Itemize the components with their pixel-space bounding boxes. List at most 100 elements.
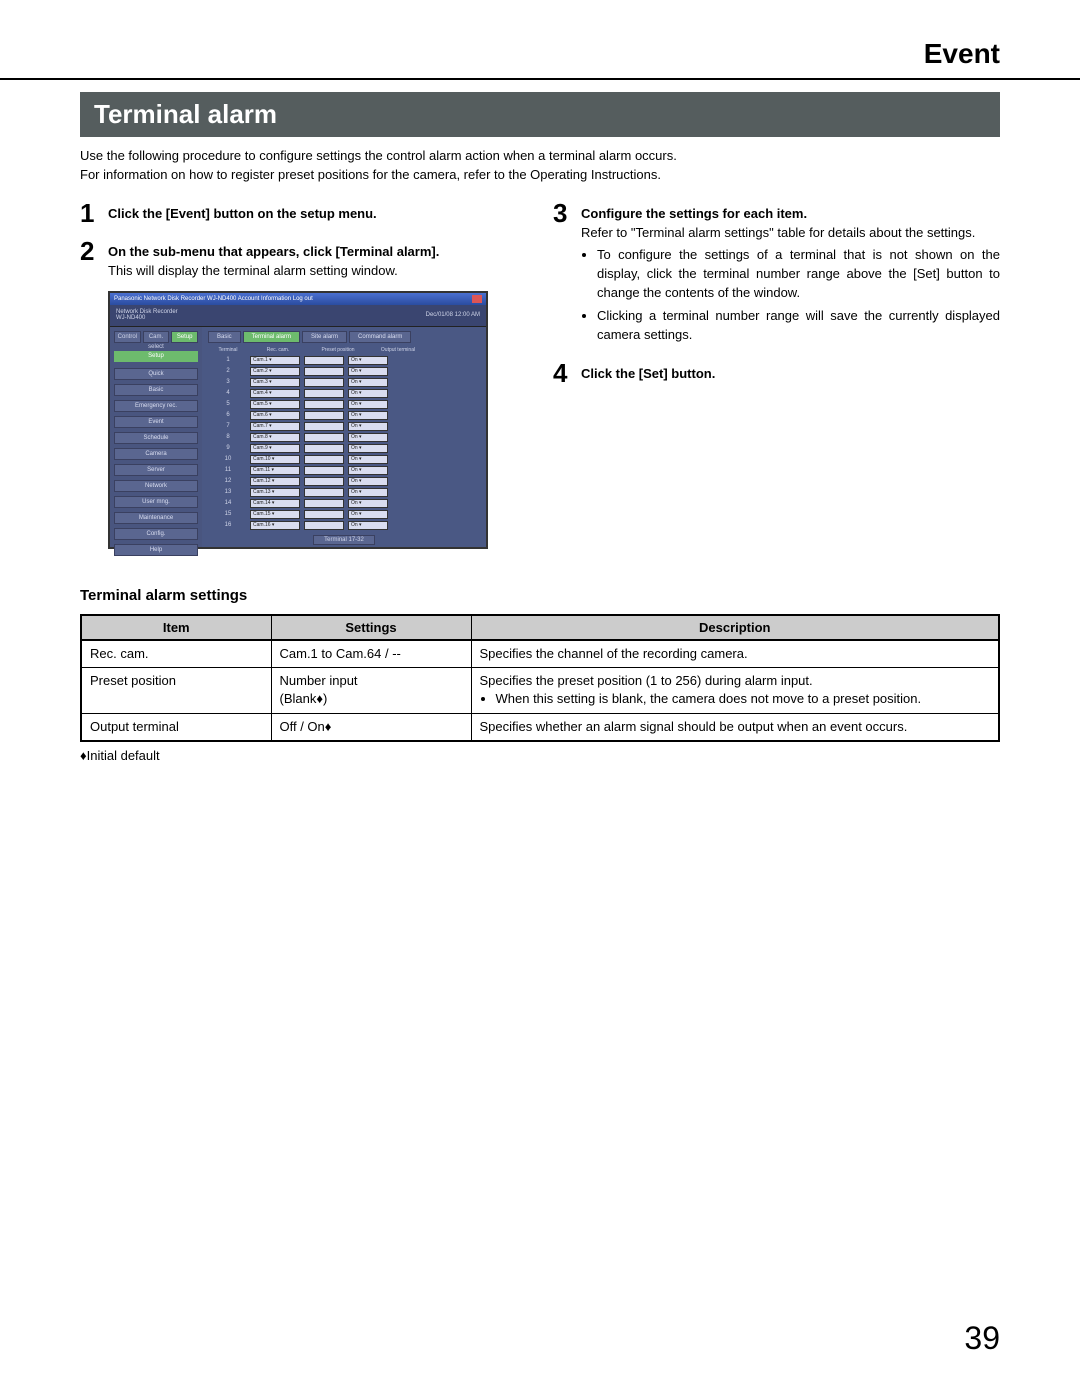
step-1-bold: Click the [Event] button on the setup me… [108, 206, 377, 221]
ss-side-help[interactable]: Help [114, 544, 198, 556]
left-column: 1 Click the [Event] button on the setup … [80, 199, 527, 549]
ss-row-cam[interactable]: Cam.16 ▾ [250, 521, 300, 530]
ss-row-cam[interactable]: Cam.5 ▾ [250, 400, 300, 409]
ss-row-num: 1 [208, 357, 248, 363]
ss-row-preset[interactable] [304, 466, 344, 475]
ss-row-num: 2 [208, 368, 248, 374]
th-desc: Description [471, 615, 999, 640]
page-number: 39 [964, 1320, 1000, 1357]
ss-tab-command-alarm[interactable]: Command alarm [349, 331, 411, 343]
ss-top-control[interactable]: Control [114, 331, 141, 343]
ss-row-cam[interactable]: Cam.11 ▾ [250, 466, 300, 475]
ss-side-usermng[interactable]: User mng. [114, 496, 198, 508]
ss-row-cam[interactable]: Cam.4 ▾ [250, 389, 300, 398]
ss-row-out[interactable]: On ▾ [348, 411, 388, 420]
ss-row-out[interactable]: On ▾ [348, 499, 388, 508]
ss-row-cam[interactable]: Cam.15 ▾ [250, 510, 300, 519]
ss-row-out[interactable]: On ▾ [348, 455, 388, 464]
ss-top-camselect[interactable]: Cam. select [143, 331, 170, 343]
ss-row: 9Cam.9 ▾On ▾ [208, 443, 480, 454]
ss-row-cam[interactable]: Cam.3 ▾ [250, 378, 300, 387]
ss-row-preset[interactable] [304, 510, 344, 519]
ss-row-cam[interactable]: Cam.12 ▾ [250, 477, 300, 486]
ss-side-network[interactable]: Network [114, 480, 198, 492]
step-3-text: Refer to "Terminal alarm settings" table… [581, 224, 1000, 243]
ss-row-out[interactable]: On ▾ [348, 466, 388, 475]
ss-side-emergency[interactable]: Emergency rec. [114, 400, 198, 412]
ss-row-preset[interactable] [304, 499, 344, 508]
ss-row-cam[interactable]: Cam.1 ▾ [250, 356, 300, 365]
ss-side-config[interactable]: Config. [114, 528, 198, 540]
ss-row: 16Cam.16 ▾On ▾ [208, 520, 480, 531]
ss-row-preset[interactable] [304, 488, 344, 497]
ss-row-preset[interactable] [304, 521, 344, 530]
th-item: Item [81, 615, 271, 640]
ss-row-preset[interactable] [304, 411, 344, 420]
ss-row: 14Cam.14 ▾On ▾ [208, 498, 480, 509]
cell-item: Preset position [81, 668, 271, 713]
ss-row-out[interactable]: On ▾ [348, 356, 388, 365]
ss-row-preset[interactable] [304, 389, 344, 398]
ss-row: 4Cam.4 ▾On ▾ [208, 388, 480, 399]
ss-row-cam[interactable]: Cam.13 ▾ [250, 488, 300, 497]
ss-titlebar: Panasonic Network Disk Recorder WJ-ND400… [110, 293, 486, 305]
ss-row-cam[interactable]: Cam.6 ▾ [250, 411, 300, 420]
ss-col-preset: Preset position [308, 347, 368, 353]
ss-title-text: Panasonic Network Disk Recorder WJ-ND400… [114, 296, 313, 302]
ss-side-camera[interactable]: Camera [114, 448, 198, 460]
step-4: 4 Click the [Set] button. [553, 359, 1000, 388]
cell-desc: Specifies whether an alarm signal should… [471, 713, 999, 741]
ss-row-preset[interactable] [304, 356, 344, 365]
ss-row-out[interactable]: On ▾ [348, 444, 388, 453]
ss-side-event[interactable]: Event [114, 416, 198, 428]
ss-row-cam[interactable]: Cam.14 ▾ [250, 499, 300, 508]
ss-header: Network Disk Recorder WJ-ND400 Dec/01/08… [110, 305, 486, 327]
ss-row-out[interactable]: On ▾ [348, 477, 388, 486]
ss-top-setup[interactable]: Setup [171, 331, 198, 343]
ss-side-quick[interactable]: Quick [114, 368, 198, 380]
ss-row-preset[interactable] [304, 367, 344, 376]
ss-row-cam[interactable]: Cam.10 ▾ [250, 455, 300, 464]
ss-tab-site-alarm[interactable]: Site alarm [302, 331, 347, 343]
ss-row-out[interactable]: On ▾ [348, 422, 388, 431]
ss-row-out[interactable]: On ▾ [348, 367, 388, 376]
intro-p2: For information on how to register prese… [80, 166, 1000, 185]
ss-col-reccam: Rec. cam. [248, 347, 308, 353]
ss-row-out[interactable]: On ▾ [348, 378, 388, 387]
table-subheading: Terminal alarm settings [80, 587, 1000, 604]
ss-row-out[interactable]: On ▾ [348, 433, 388, 442]
ss-row-out[interactable]: On ▾ [348, 400, 388, 409]
ss-col-output: Output terminal [368, 347, 428, 353]
table-row: Output terminalOff / On♦Specifies whethe… [81, 713, 999, 741]
settings-table: Item Settings Description Rec. cam.Cam.1… [80, 614, 1000, 742]
ss-row-cam[interactable]: Cam.2 ▾ [250, 367, 300, 376]
ss-row-out[interactable]: On ▾ [348, 389, 388, 398]
ss-row-preset[interactable] [304, 455, 344, 464]
ss-row-preset[interactable] [304, 400, 344, 409]
ss-row-cam[interactable]: Cam.9 ▾ [250, 444, 300, 453]
ss-row-out[interactable]: On ▾ [348, 521, 388, 530]
ss-side-basic[interactable]: Basic [114, 384, 198, 396]
ss-row-cam[interactable]: Cam.8 ▾ [250, 433, 300, 442]
ss-row-preset[interactable] [304, 477, 344, 486]
ss-side-maintenance[interactable]: Maintenance [114, 512, 198, 524]
ss-pager[interactable]: Terminal 17-32 [313, 535, 375, 545]
ss-row-preset[interactable] [304, 433, 344, 442]
ss-side-schedule[interactable]: Schedule [114, 432, 198, 444]
ss-row-preset[interactable] [304, 444, 344, 453]
cell-settings: Number input(Blank♦) [271, 668, 471, 713]
cell-settings: Cam.1 to Cam.64 / -- [271, 640, 471, 668]
ss-row: 10Cam.10 ▾On ▾ [208, 454, 480, 465]
ss-row-out[interactable]: On ▾ [348, 510, 388, 519]
ss-row-preset[interactable] [304, 378, 344, 387]
intro-p1: Use the following procedure to configure… [80, 147, 1000, 166]
ss-row-cam[interactable]: Cam.7 ▾ [250, 422, 300, 431]
ss-datetime: Dec/01/08 12:00 AM [426, 312, 480, 318]
ss-row-out[interactable]: On ▾ [348, 488, 388, 497]
ss-row-preset[interactable] [304, 422, 344, 431]
close-icon[interactable] [472, 295, 482, 303]
ss-side-server[interactable]: Server [114, 464, 198, 476]
footnote: ♦Initial default [80, 748, 1000, 763]
ss-tab-basic[interactable]: Basic [208, 331, 241, 343]
ss-tab-terminal-alarm[interactable]: Terminal alarm [243, 331, 300, 343]
